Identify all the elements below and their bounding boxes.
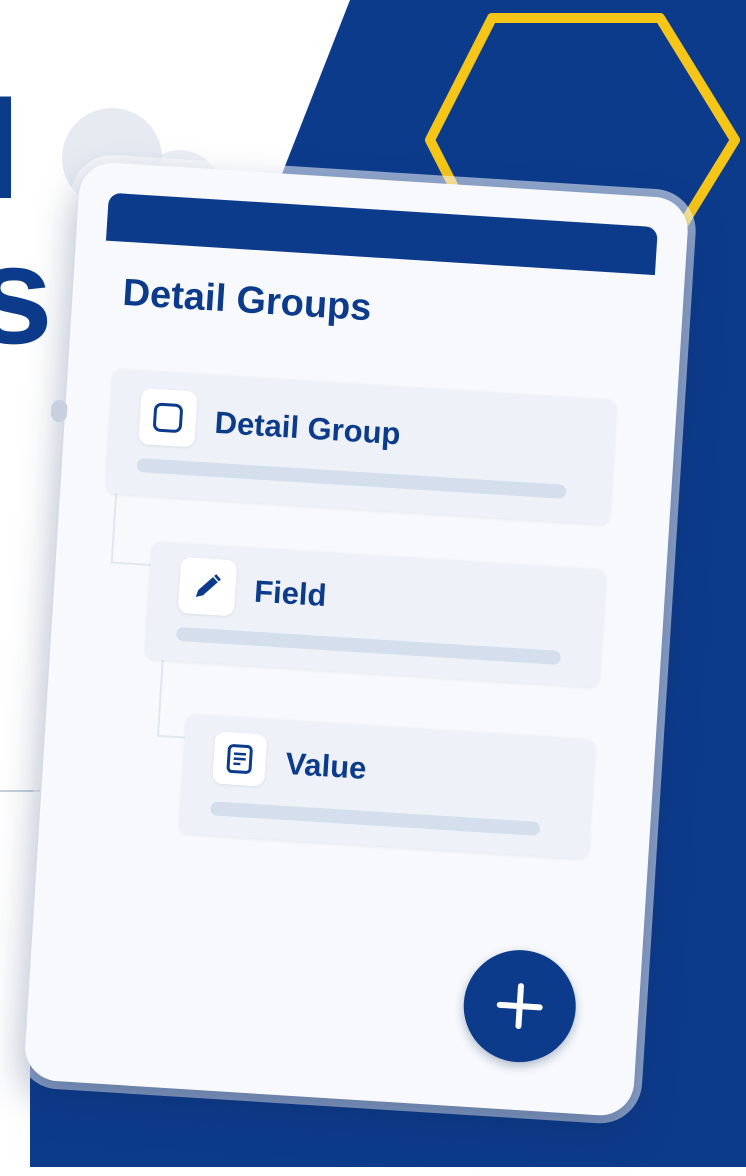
detail-groups-card: Detail Groups Detail Group Field <box>23 161 690 1117</box>
placeholder-bar <box>176 627 561 665</box>
add-button[interactable] <box>460 947 579 1066</box>
plus-icon <box>490 976 549 1035</box>
card-wrapper: Detail Groups Detail Group Field <box>0 149 746 1176</box>
detail-group-item[interactable]: Detail Group <box>105 368 617 524</box>
card-header <box>106 193 658 275</box>
document-icon <box>212 731 267 786</box>
item-label: Field <box>253 574 327 614</box>
value-item[interactable]: Value <box>179 714 596 860</box>
placeholder-bar <box>137 458 567 499</box>
checkbox-icon[interactable] <box>138 388 197 447</box>
field-item[interactable]: Field <box>145 541 607 687</box>
item-label: Detail Group <box>214 405 402 453</box>
pencil-icon <box>178 557 237 616</box>
side-handle <box>51 400 68 423</box>
placeholder-bar <box>210 801 540 836</box>
card-title: Detail Groups <box>121 272 372 331</box>
hero-letter-top: l <box>0 80 21 220</box>
item-label: Value <box>284 746 367 787</box>
